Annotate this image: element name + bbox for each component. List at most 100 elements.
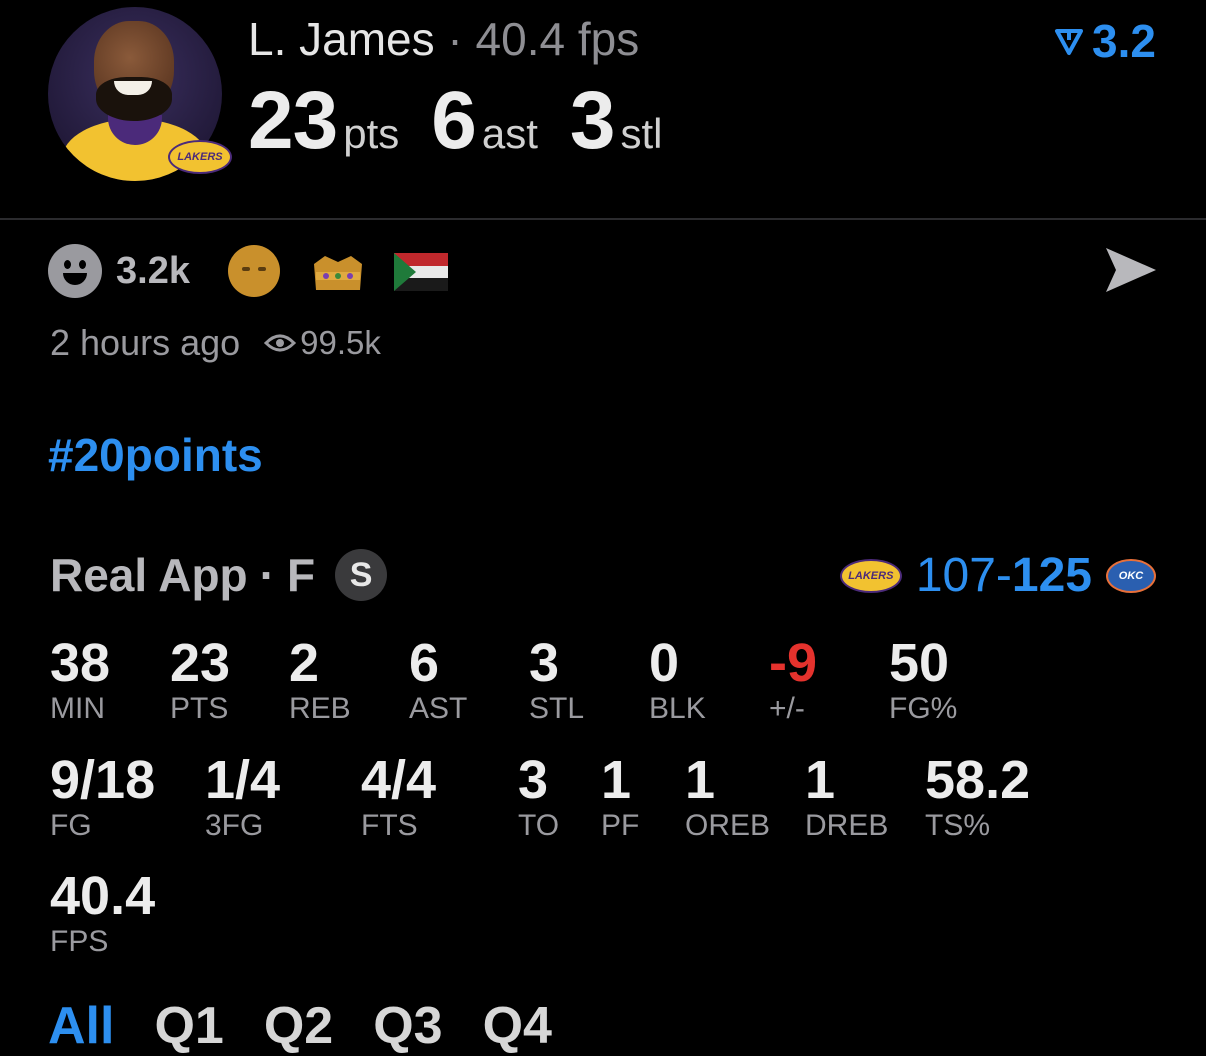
stat-label: MIN xyxy=(50,692,105,725)
stat-pts: 23 PTS xyxy=(170,634,230,726)
stat-fg-pct: 50 FG% xyxy=(889,634,957,726)
post-meta: 2 hours ago 99.5k xyxy=(50,322,381,364)
sudan-flag-emoji[interactable] xyxy=(393,253,448,291)
score-home: 107 xyxy=(915,549,996,602)
quarter-tabs: All Q1 Q2 Q3 Q4 xyxy=(48,996,592,1056)
view-count: 99.5k xyxy=(300,324,381,361)
stat-value: 50 xyxy=(889,633,950,693)
stat-label: BLK xyxy=(649,692,706,725)
send-icon[interactable] xyxy=(1102,244,1160,296)
stat-value: 40.4 xyxy=(50,866,156,926)
tab-q2[interactable]: Q2 xyxy=(264,996,333,1056)
stat-value: 1 xyxy=(805,750,836,810)
rating-indicator[interactable]: 3.2 xyxy=(1054,14,1156,68)
stat-label: +/- xyxy=(769,692,805,725)
game-source-row: Real App · F S xyxy=(50,548,388,602)
player-name-line: L. James · 40.4 fps xyxy=(248,12,639,66)
stat-pf: 1 PF xyxy=(601,751,639,843)
headline-ast-value: 6 xyxy=(431,75,477,166)
hashtag-link[interactable]: #20points xyxy=(48,428,263,482)
stat-dreb: 1 DREB xyxy=(805,751,888,843)
stat-fps: 40.4 FPS xyxy=(50,867,155,959)
crown-emoji[interactable] xyxy=(312,250,364,292)
stat-blk: 0 BLK xyxy=(649,634,706,726)
view-count-group: 99.5k xyxy=(264,324,381,362)
okc-logo: OKC xyxy=(1106,558,1156,593)
headline-stl-value: 3 xyxy=(569,75,616,166)
reactions-row: 3.2k xyxy=(48,244,448,298)
game-status: F xyxy=(286,549,316,601)
source-separator: · xyxy=(259,549,275,601)
header-divider xyxy=(0,218,1206,220)
headline-pts-unit: pts xyxy=(343,110,400,157)
stat-label: OREB xyxy=(685,809,771,842)
stat-label: FG% xyxy=(889,692,958,725)
stat-label: FG xyxy=(50,809,92,842)
tab-q3[interactable]: Q3 xyxy=(373,996,442,1056)
team-badge-text: LAKERS xyxy=(177,151,223,163)
old-man-emoji[interactable] xyxy=(227,245,280,297)
stat-label: 3FG xyxy=(205,809,264,842)
stat-reb: 2 REB xyxy=(289,634,351,726)
headline-pts-value: 23 xyxy=(248,75,338,166)
triangle-down-icon xyxy=(1055,29,1084,55)
stat-ts-pct: 58.2 TS% xyxy=(925,751,1030,843)
stat-value: 1/4 xyxy=(205,750,281,810)
stat-label: PF xyxy=(601,809,640,842)
stat-value: 0 xyxy=(649,633,680,693)
headline-stl-unit: stl xyxy=(620,110,663,157)
smiley-icon[interactable] xyxy=(48,244,102,298)
stat-min: 38 MIN xyxy=(50,634,110,726)
stat-value: 2 xyxy=(289,633,320,693)
stat-value: 3 xyxy=(529,633,560,693)
stat-label: STL xyxy=(529,692,585,725)
tab-q1[interactable]: Q1 xyxy=(154,996,223,1056)
tab-q4[interactable]: Q4 xyxy=(483,996,552,1056)
reaction-count[interactable]: 3.2k xyxy=(116,250,190,293)
stat-ast: 6 AST xyxy=(409,634,467,726)
away-team-abbr: OKC xyxy=(1118,569,1144,582)
stat-label: FTS xyxy=(361,809,418,842)
stat-oreb: 1 OREB xyxy=(685,751,770,843)
source-badge[interactable]: S xyxy=(335,549,388,601)
headline-stats: 23 pts 6 ast 3 stl xyxy=(248,74,695,168)
stat-plus-minus: -9 +/- xyxy=(769,634,817,726)
stat-value: 3 xyxy=(518,750,549,810)
tab-all[interactable]: All xyxy=(48,996,114,1056)
stat-value: 9/18 xyxy=(50,750,156,810)
stat-value: 1 xyxy=(685,750,716,810)
stat-fts: 4/4 FTS xyxy=(361,751,436,843)
time-ago: 2 hours ago xyxy=(50,322,241,363)
stat-label: TO xyxy=(518,809,560,842)
player-name[interactable]: L. James xyxy=(248,13,435,65)
source-name: Real App xyxy=(50,549,248,601)
stat-label: TS% xyxy=(925,809,991,842)
rating-value: 3.2 xyxy=(1092,15,1156,67)
stat-label: DREB xyxy=(805,809,889,842)
stat-value: 4/4 xyxy=(361,750,437,810)
stat-fg: 9/18 FG xyxy=(50,751,155,843)
stat-label: FPS xyxy=(50,925,109,958)
player-fps: 40.4 fps xyxy=(475,13,640,65)
eye-icon xyxy=(264,334,297,352)
home-team-abbr: LAKERS xyxy=(848,569,894,582)
name-separator: · xyxy=(447,13,463,65)
stat-value: 38 xyxy=(50,633,111,693)
lakers-logo: LAKERS xyxy=(839,558,902,593)
team-logo-badge: LAKERS xyxy=(168,140,232,174)
score-dash: - xyxy=(995,549,1012,602)
score-away: 125 xyxy=(1011,549,1092,602)
stat-value: 6 xyxy=(409,633,440,693)
stat-3fg: 1/4 3FG xyxy=(205,751,280,843)
stat-value: 1 xyxy=(601,750,632,810)
game-score[interactable]: LAKERS 107-125 OKC xyxy=(839,548,1156,603)
stat-stl: 3 STL xyxy=(529,634,584,726)
stat-value: 23 xyxy=(170,633,231,693)
stat-value: 58.2 xyxy=(925,750,1031,810)
headline-ast-unit: ast xyxy=(481,110,538,157)
stat-label: REB xyxy=(289,692,351,725)
stat-value: -9 xyxy=(769,633,818,693)
stat-label: PTS xyxy=(170,692,229,725)
stat-label: AST xyxy=(409,692,468,725)
stat-to: 3 TO xyxy=(518,751,559,843)
